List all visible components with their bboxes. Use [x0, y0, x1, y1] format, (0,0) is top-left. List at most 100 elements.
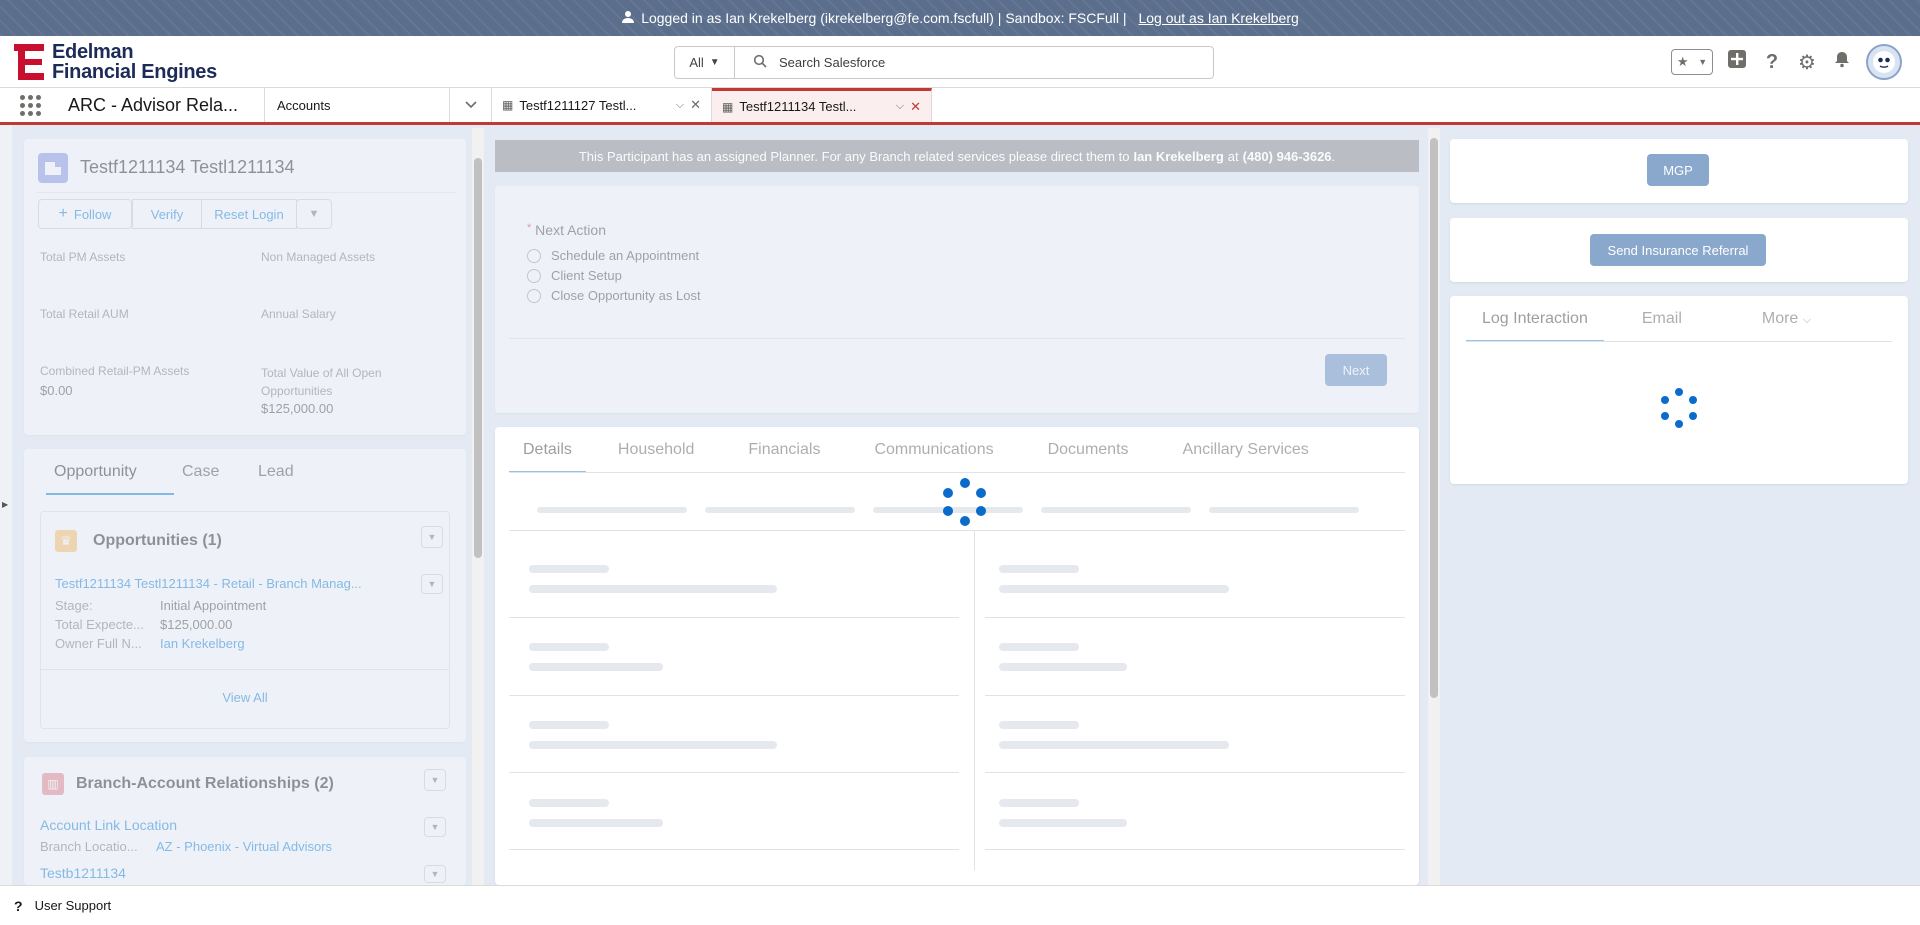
record-highlights-card: Testf1211134 Testl1211134 + Follow Verif… [24, 139, 466, 435]
branch-row2-menu[interactable]: ▼ [424, 865, 446, 883]
close-icon[interactable]: ✕ [910, 99, 921, 115]
favorites-button[interactable]: ★ ▼ [1671, 49, 1713, 75]
radio-option[interactable]: Client Setup [527, 268, 622, 283]
tab-documents[interactable]: Documents [1040, 441, 1137, 473]
help-icon[interactable]: ? [14, 898, 23, 914]
send-referral-label: Send Insurance Referral [1607, 242, 1749, 258]
opportunities-title[interactable]: Opportunities (1) [93, 532, 222, 550]
close-icon[interactable]: ✕ [690, 97, 701, 113]
follow-button[interactable]: + Follow [38, 199, 132, 229]
tab-household[interactable]: Household [610, 441, 703, 473]
branch-location-link[interactable]: AZ - Phoenix - Virtual Advisors [156, 839, 332, 854]
chevron-down-icon[interactable]: ⌵ [676, 99, 684, 112]
chevron-down-icon: ▼ [427, 532, 437, 542]
chevron-down-icon: ▼ [427, 579, 437, 589]
global-header: Edelman Financial Engines All ▼ Search S… [0, 36, 1920, 88]
opportunity-link[interactable]: Testf1211134 Testl1211134 - Retail - Bra… [55, 576, 405, 591]
branch-relationships-card: ▥ Branch-Account Relationships (2) ▼ Acc… [24, 757, 466, 885]
total-value-label: Total Value of All Open Opportunities [261, 364, 382, 400]
radio-option[interactable]: Schedule an Appointment [527, 248, 699, 263]
mgp-label: MGP [1663, 162, 1693, 178]
account-icon [38, 153, 68, 183]
tab-lead[interactable]: Lead [250, 463, 302, 495]
help-icon[interactable]: ? [1761, 51, 1783, 74]
chevron-down-icon[interactable] [450, 88, 492, 122]
search-icon [753, 54, 767, 71]
opportunity-row-menu[interactable]: ▼ [421, 574, 443, 594]
verify-button[interactable]: Verify [132, 199, 202, 229]
send-insurance-referral-button[interactable]: Send Insurance Referral [1590, 234, 1766, 266]
center-scrollbar[interactable] [1428, 128, 1440, 885]
radio-option[interactable]: Close Opportunity as Lost [527, 288, 701, 303]
avatar[interactable] [1866, 44, 1902, 80]
chevron-down-icon: ▼ [430, 822, 440, 832]
tab-ancillary-services[interactable]: Ancillary Services [1175, 441, 1317, 473]
option-label: Schedule an Appointment [551, 248, 700, 263]
caret-down-icon: ▼ [1698, 57, 1708, 67]
logo-line1: Edelman [52, 41, 134, 63]
global-search[interactable]: All ▼ Search Salesforce [674, 46, 1214, 79]
app-nav-bar: ARC - Advisor Rela... Accounts ▦ Testf12… [0, 88, 1920, 125]
chevron-down-icon: ▼ [308, 208, 320, 220]
next-action-label-text: Next Action [535, 222, 606, 238]
search-scope-select[interactable]: All ▼ [675, 47, 735, 78]
object-selector[interactable]: Accounts [265, 88, 450, 122]
related-tabs-card: Opportunity Case Lead ♛ Opportunities (1… [24, 449, 466, 742]
related-tabs: Opportunity Case Lead [46, 463, 302, 495]
search-input[interactable]: Search Salesforce [735, 54, 1213, 71]
total-expected-label: Total Expecte... [55, 617, 144, 632]
view-all-link[interactable]: View All [41, 690, 449, 705]
banner-text: Logged in as Ian Krekelberg (ikrekelberg… [641, 10, 1127, 26]
app-launcher-icon[interactable] [0, 88, 60, 122]
logout-link[interactable]: Log out as Ian Krekelberg [1138, 10, 1298, 26]
gear-icon[interactable]: ⚙ [1796, 50, 1818, 75]
caret-right-icon[interactable]: ▶ [2, 500, 8, 509]
stage-value: Initial Appointment [160, 598, 267, 613]
branch-item2-link[interactable]: Testb1211134 [40, 865, 126, 881]
radio-icon[interactable] [527, 288, 541, 303]
activity-tabs: Log Interaction Email More ⌵ [1466, 310, 1819, 342]
workspace-tab[interactable]: ▦ Testf1211127 Testl... ⌵ ✕ [492, 88, 712, 122]
owner-link[interactable]: Ian Krekelberg [160, 636, 245, 651]
account-icon: ▦ [502, 98, 514, 112]
mgp-button[interactable]: MGP [1647, 154, 1709, 186]
tab-case[interactable]: Case [174, 463, 250, 495]
radio-icon[interactable] [527, 248, 541, 263]
building-icon: ▥ [42, 773, 64, 795]
company-logo[interactable]: Edelman Financial Engines [14, 42, 217, 82]
combined-assets-label: Combined Retail-PM Assets [40, 364, 190, 378]
option-label: Close Opportunity as Lost [551, 288, 701, 303]
tab-communications[interactable]: Communications [866, 441, 1001, 473]
radio-icon[interactable] [527, 268, 541, 283]
more-actions-button[interactable]: ▼ [296, 199, 332, 229]
next-button[interactable]: Next [1325, 354, 1387, 386]
tab-email[interactable]: Email [1634, 310, 1690, 342]
follow-label: Follow [73, 206, 112, 222]
total-value-value: $125,000.00 [261, 401, 334, 416]
tab-details[interactable]: Details [509, 441, 586, 473]
chevron-down-icon[interactable]: ⌵ [896, 100, 904, 113]
tab-log-interaction[interactable]: Log Interaction [1466, 310, 1604, 342]
left-scrollbar[interactable] [472, 128, 484, 885]
total-value-label-line2: Opportunities [261, 384, 333, 398]
bell-icon[interactable] [1831, 50, 1853, 74]
chevron-down-icon: ⌵ [1802, 314, 1812, 326]
notice-phone: (480) 946-3626 [1242, 148, 1332, 164]
user-support-link[interactable]: User Support [35, 898, 112, 913]
record-title: Testf1211134 Testl1211134 [80, 157, 295, 177]
tab-opportunity[interactable]: Opportunity [46, 463, 174, 495]
opportunities-menu-button[interactable]: ▼ [421, 526, 443, 548]
total-value-label-line1: Total Value of All Open [261, 366, 382, 380]
branch-title[interactable]: Branch-Account Relationships (2) [76, 775, 334, 793]
loading-spinner-icon [940, 478, 990, 528]
workspace-tab-active[interactable]: ▦ Testf1211134 Testl... ⌵ ✕ [712, 88, 932, 122]
add-icon[interactable] [1726, 49, 1748, 75]
tab-financials[interactable]: Financials [740, 441, 828, 473]
opportunity-icon: ♛ [55, 530, 77, 552]
reset-login-button[interactable]: Reset Login [201, 199, 297, 229]
tab-more[interactable]: More ⌵ [1754, 310, 1819, 342]
branch-item-link[interactable]: Account Link Location [40, 817, 177, 833]
branch-menu-button[interactable]: ▼ [424, 769, 446, 791]
verify-label: Verify [150, 206, 184, 222]
branch-row-menu[interactable]: ▼ [424, 817, 446, 837]
